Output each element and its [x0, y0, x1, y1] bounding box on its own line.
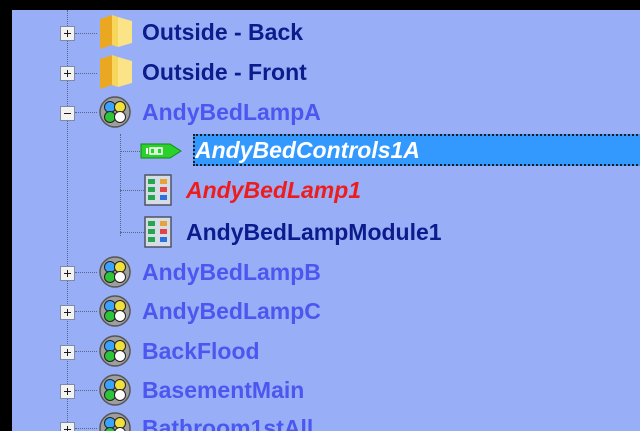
tree-item-label: AndyBedLampB [142, 259, 321, 285]
expand-icon[interactable] [60, 345, 75, 360]
tree-item-label: BackFlood [142, 338, 260, 364]
tree-item-label: Bathroom1stAll [142, 415, 314, 431]
scene-icon [99, 412, 131, 431]
scene-icon [99, 335, 131, 367]
tree-item-label: Outside - Front [142, 59, 307, 85]
tree-item-andybedlampc[interactable]: AndyBedLampC [12, 291, 640, 331]
tree-item-outside-front[interactable]: Outside - Front [12, 52, 640, 92]
tree-item-andybedcontrols1a[interactable]: AndyBedControls1A [12, 130, 640, 170]
tree-item-label: BasementMain [142, 377, 305, 403]
tree-item-backflood[interactable]: BackFlood [12, 331, 640, 371]
folder-icon [100, 15, 132, 49]
tree-item-bathroom1stall[interactable]: Bathroom1stAll [12, 408, 640, 431]
expand-icon[interactable] [60, 266, 75, 281]
tree-item-andybedlamp1[interactable]: AndyBedLamp1 [12, 170, 640, 210]
tree-item-label: AndyBedLampC [142, 298, 321, 324]
module-icon [144, 216, 172, 248]
expand-icon[interactable] [60, 384, 75, 399]
tree-item-andybedlampb[interactable]: AndyBedLampB [12, 252, 640, 292]
controller-tag-icon [140, 143, 182, 159]
tree-item-outside-back[interactable]: Outside - Back [12, 12, 640, 52]
tree-item-label: AndyBedLamp1 [186, 177, 362, 203]
scene-icon [99, 295, 131, 327]
expand-icon[interactable] [60, 422, 75, 431]
collapse-icon[interactable] [60, 106, 75, 121]
scene-icon [99, 374, 131, 406]
scene-icon [99, 256, 131, 288]
tree-item-label: AndyBedControls1A [195, 137, 420, 163]
tree-item-label: AndyBedLampA [142, 99, 321, 125]
tree-item-label: AndyBedLampModule1 [186, 219, 442, 245]
module-icon [144, 174, 172, 206]
tree-item-label: Outside - Back [142, 19, 304, 45]
expand-icon[interactable] [60, 305, 75, 320]
tree-item-andybedlampa[interactable]: AndyBedLampA [12, 92, 640, 132]
scene-icon [99, 96, 131, 128]
device-tree-panel: Outside - Back Outside - Front AndyBedLa… [0, 0, 640, 431]
expand-icon[interactable] [60, 66, 75, 81]
tree-item-basementmain[interactable]: BasementMain [12, 370, 640, 410]
tree-item-andybedlampmodule1[interactable]: AndyBedLampModule1 [12, 212, 640, 252]
expand-icon[interactable] [60, 26, 75, 41]
folder-icon [100, 55, 132, 89]
